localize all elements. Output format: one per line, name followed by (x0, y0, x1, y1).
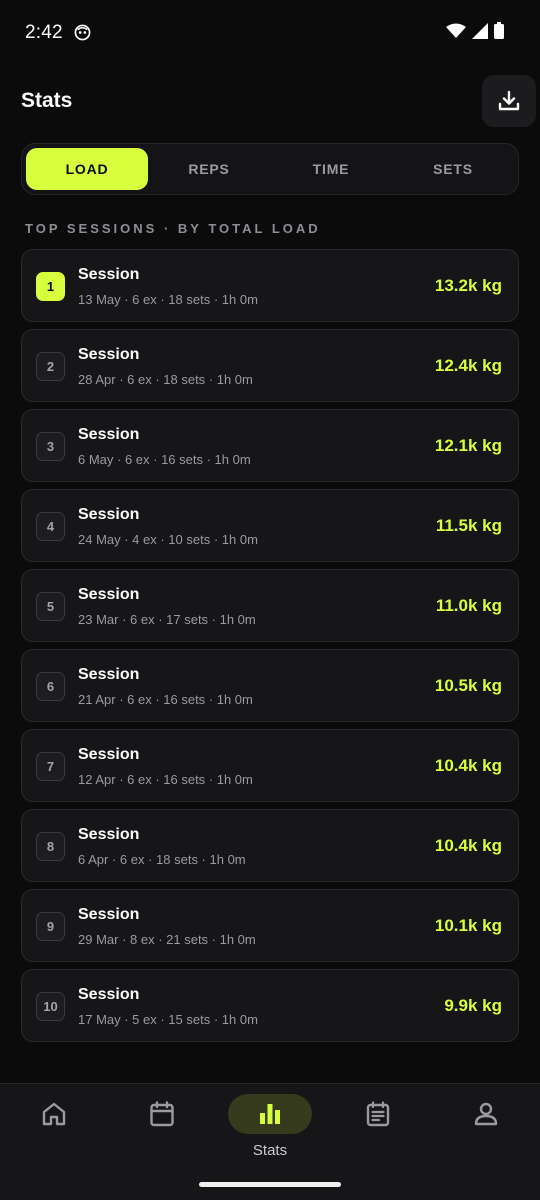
session-card[interactable]: 2 Session 28 Apr · 6 ex · 18 sets · 1h 0… (21, 329, 519, 402)
nav-log[interactable] (324, 1084, 432, 1174)
tab-time[interactable]: TIME (270, 148, 392, 190)
tab-reps[interactable]: REPS (148, 148, 270, 190)
download-button[interactable] (482, 75, 536, 127)
session-load: 10.4k kg (434, 756, 502, 775)
session-meta: 6 Apr · 6 ex · 18 sets · 1h 0m (78, 852, 246, 867)
rank-badge: 2 (36, 352, 65, 381)
session-card[interactable]: 10 Session 17 May · 5 ex · 15 sets · 1h … (21, 969, 519, 1042)
rank-badge: 9 (36, 912, 65, 941)
session-meta: 24 May · 4 ex · 10 sets · 1h 0m (78, 532, 258, 547)
session-card[interactable]: 5 Session 23 Mar · 6 ex · 17 sets · 1h 0… (21, 569, 519, 642)
rank-badge: 5 (36, 592, 65, 621)
session-card[interactable]: 8 Session 6 Apr · 6 ex · 18 sets · 1h 0m… (21, 809, 519, 882)
session-load: 11.5k kg (435, 516, 502, 535)
signal-icon (472, 22, 488, 39)
rank-badge: 3 (36, 432, 65, 461)
wifi-icon (446, 23, 466, 38)
home-indicator[interactable] (199, 1182, 341, 1187)
session-card[interactable]: 7 Session 12 Apr · 6 ex · 16 sets · 1h 0… (21, 729, 519, 802)
rank-badge: 1 (36, 272, 65, 301)
rank-badge: 10 (36, 992, 65, 1021)
session-meta: 13 May · 6 ex · 18 sets · 1h 0m (78, 292, 258, 307)
rank-badge: 6 (36, 672, 65, 701)
session-name: Session (78, 666, 140, 683)
nav-calendar[interactable] (108, 1084, 216, 1174)
session-name: Session (78, 586, 140, 603)
session-load: 9.9k kg (444, 996, 502, 1015)
session-load: 10.4k kg (434, 836, 502, 855)
download-icon (498, 90, 520, 111)
session-name: Session (78, 346, 140, 363)
bar-chart-icon (260, 1104, 280, 1124)
session-meta: 6 May · 6 ex · 16 sets · 1h 0m (78, 452, 251, 467)
rank-badge: 8 (36, 832, 65, 861)
calendar-icon (150, 1101, 174, 1127)
nav-stats-label: Stats (252, 1142, 288, 1159)
app-notification-icon (74, 24, 91, 41)
section-label: TOP SESSIONS · BY TOTAL LOAD (25, 221, 321, 236)
session-name: Session (78, 906, 140, 923)
nav-profile[interactable] (432, 1084, 540, 1174)
session-meta: 23 Mar · 6 ex · 17 sets · 1h 0m (78, 612, 256, 627)
status-bar: 2:42 (0, 0, 540, 64)
session-load: 13.2k kg (434, 276, 502, 295)
session-meta: 12 Apr · 6 ex · 16 sets · 1h 0m (78, 772, 253, 787)
session-load: 12.1k kg (434, 436, 502, 455)
session-list: 1 Session 13 May · 6 ex · 18 sets · 1h 0… (21, 249, 519, 1049)
nav-home[interactable] (0, 1084, 108, 1174)
status-icons (446, 22, 504, 39)
session-card[interactable]: 6 Session 21 Apr · 6 ex · 16 sets · 1h 0… (21, 649, 519, 722)
home-icon (42, 1102, 66, 1126)
rank-badge: 4 (36, 512, 65, 541)
battery-icon (494, 22, 504, 39)
session-name: Session (78, 506, 140, 523)
tab-sets[interactable]: SETS (392, 148, 514, 190)
clipboard-icon (366, 1101, 390, 1127)
page-title: Stats (21, 89, 73, 112)
session-name: Session (78, 266, 140, 283)
session-card[interactable]: 9 Session 29 Mar · 8 ex · 21 sets · 1h 0… (21, 889, 519, 962)
session-name: Session (78, 986, 140, 1003)
session-name: Session (78, 746, 140, 763)
session-meta: 28 Apr · 6 ex · 18 sets · 1h 0m (78, 372, 253, 387)
session-load: 11.0k kg (435, 596, 502, 615)
nav-stats[interactable]: Stats (216, 1084, 324, 1174)
session-meta: 17 May · 5 ex · 15 sets · 1h 0m (78, 1012, 258, 1027)
session-name: Session (78, 426, 140, 443)
metric-tabs: LOAD REPS TIME SETS (21, 143, 519, 195)
stats-screen: 2:42 Stats LOAD REPS TIME SETS TOP SESSI… (0, 0, 540, 1200)
status-time: 2:42 (25, 22, 63, 43)
rank-badge: 7 (36, 752, 65, 781)
session-card[interactable]: 3 Session 6 May · 6 ex · 16 sets · 1h 0m… (21, 409, 519, 482)
session-load: 10.5k kg (434, 676, 502, 695)
session-meta: 21 Apr · 6 ex · 16 sets · 1h 0m (78, 692, 253, 707)
session-load: 10.1k kg (434, 916, 502, 935)
person-icon (474, 1102, 498, 1126)
session-load: 12.4k kg (434, 356, 502, 375)
session-name: Session (78, 826, 140, 843)
session-card[interactable]: 1 Session 13 May · 6 ex · 18 sets · 1h 0… (21, 249, 519, 322)
tab-load[interactable]: LOAD (26, 148, 148, 190)
session-meta: 29 Mar · 8 ex · 21 sets · 1h 0m (78, 932, 256, 947)
session-card[interactable]: 4 Session 24 May · 4 ex · 10 sets · 1h 0… (21, 489, 519, 562)
